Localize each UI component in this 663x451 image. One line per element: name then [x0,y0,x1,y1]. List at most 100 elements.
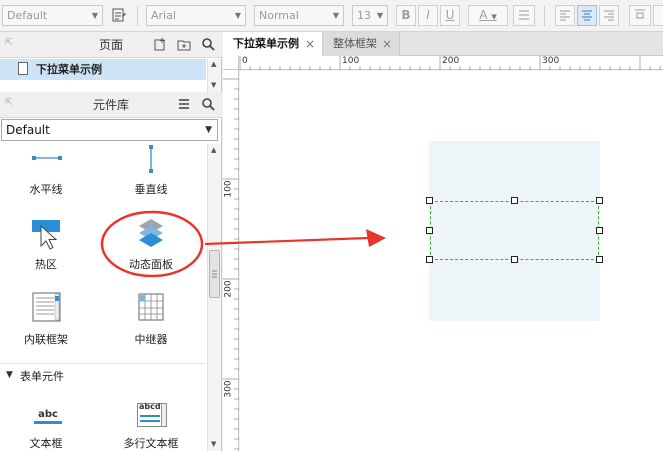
inline-frame-icon [32,292,61,322]
selection-box[interactable] [430,201,599,260]
align-center-button[interactable] [577,5,597,26]
close-icon[interactable]: × [382,32,392,56]
widget-label: 热区 [35,258,57,271]
tab-label: 下拉菜单示例 [233,37,299,50]
font-weight-select[interactable]: Normal ▼ [254,5,344,26]
section-title: 表单元件 [20,370,64,383]
text-field-icon-text: abc [38,409,58,420]
resize-handle[interactable] [511,256,518,263]
resize-handle[interactable] [426,256,433,263]
widget-text-field[interactable]: abc 文本框 [6,402,86,450]
page-item-dropdown-example[interactable]: 下拉菜单示例 [0,59,206,80]
horizontal-line-icon [32,156,62,160]
ruler-label: 200 [442,56,460,66]
widget-label: 文本框 [29,437,63,450]
align-top-button[interactable] [629,5,651,26]
list-button[interactable] [513,5,535,26]
align-top-icon [635,9,645,19]
widget-hotspot[interactable]: 热区 [6,218,86,271]
toolbar-separator [137,6,138,26]
font-family-select[interactable]: Arial ▼ [146,5,246,26]
widget-label: 垂直线 [134,183,168,196]
align-left-button[interactable] [555,5,575,26]
font-color-label: A [479,8,488,22]
text-area-icon-text: abcd [139,402,161,411]
ruler-corner [223,56,239,70]
widget-inline-frame[interactable]: 内联框架 [6,291,86,347]
vertical-line-icon [149,145,153,173]
resize-handle[interactable] [596,256,603,263]
ruler-label: 0 [242,56,248,66]
left-panel: ⇱ 页面 下拉菜单示例 ▲ ▼ ⇱ 元件库 Default ▼ 水平线 垂直线 … [0,32,222,451]
widget-label: 中继器 [134,333,168,346]
style-select[interactable]: Default ▼ [2,5,103,26]
widget-label: 内联框架 [24,333,68,346]
font-weight-value: Normal [259,9,299,22]
resize-handle[interactable] [511,197,518,204]
font-size-select[interactable]: 13 ▼ [352,5,388,26]
tab-dropdown-example[interactable]: 下拉菜单示例 × [223,32,323,56]
tab-bar: 下拉菜单示例 × 整体框架 × [223,32,663,56]
italic-button[interactable]: I [418,5,438,26]
ruler-label: 100 [223,180,234,198]
align-right-icon [604,10,614,21]
pages-scrollbar[interactable]: ▲ ▼ [207,59,221,92]
widget-repeater[interactable]: 中继器 [111,291,191,347]
section-form-widgets[interactable]: ▼ 表单元件 [0,363,206,389]
chevron-down-icon: ▼ [376,11,383,20]
list-icon [519,10,529,20]
library-scrollbar[interactable]: ▲ ▼ [207,144,221,451]
widget-horizontal-line[interactable]: 水平线 [6,147,86,207]
underline-button[interactable]: U [440,5,460,26]
chevron-down-icon: ▼ [91,11,98,20]
align-left-icon [560,10,570,21]
align-right-button[interactable] [599,5,619,26]
resize-handle[interactable] [426,197,433,204]
library-select[interactable]: Default ▼ [1,119,218,141]
repeater-icon [138,293,164,321]
widget-label: 多行文本框 [123,437,179,450]
tab-overall-frame[interactable]: 整体框架 × [323,32,400,56]
toolbar-separator [544,6,545,26]
ruler-label: 200 [223,280,234,298]
resize-handle[interactable] [596,197,603,204]
add-page-icon[interactable] [153,37,167,51]
close-icon[interactable]: × [305,32,315,56]
page-item-label: 下拉菜单示例 [36,63,102,76]
scroll-up-icon[interactable]: ▲ [211,60,216,68]
dynamic-panel-icon [139,219,163,247]
resize-handle[interactable] [426,227,433,234]
ruler-label: 300 [542,56,560,66]
scroll-down-icon[interactable]: ▼ [211,81,216,89]
text-field-icon: abc [34,406,62,424]
chevron-down-icon: ▼ [234,11,241,20]
font-size-value: 13 [357,9,371,22]
search-icon[interactable] [201,37,215,51]
resize-handle[interactable] [596,227,603,234]
scroll-down-icon[interactable]: ▼ [211,440,216,448]
ruler-horizontal: 0 100 200 300 [223,56,663,70]
search-icon[interactable] [201,97,215,111]
chevron-down-icon: ▼ [205,125,212,135]
widget-vertical-line[interactable]: 垂直线 [111,144,191,208]
add-folder-icon[interactable] [177,37,191,51]
text-area-icon: abcd [137,402,167,427]
bold-button[interactable]: B [396,5,416,26]
more-button[interactable] [653,5,663,26]
ruler-label: 100 [342,56,360,66]
widget-text-area[interactable]: abcd 多行文本框 [111,402,191,450]
widget-label: 动态面板 [129,258,173,271]
widget-dynamic-panel[interactable]: 动态面板 [111,216,191,271]
library-panel-header: ⇱ 元件库 [0,92,222,118]
widget-label: 水平线 [29,183,63,196]
tab-label: 整体框架 [333,37,377,50]
toolbar: Default ▼ Arial ▼ Normal ▼ 13 ▼ B I U A … [0,0,663,32]
library-select-value: Default [6,123,50,137]
hotspot-icon [32,220,60,250]
font-color-button[interactable]: A ▼ [468,5,508,26]
format-painter-icon[interactable] [108,5,130,26]
menu-icon[interactable] [177,97,191,111]
scroll-up-icon[interactable]: ▲ [211,146,216,154]
ruler-label: 300 [223,380,234,398]
scrollbar-thumb[interactable] [209,250,220,298]
